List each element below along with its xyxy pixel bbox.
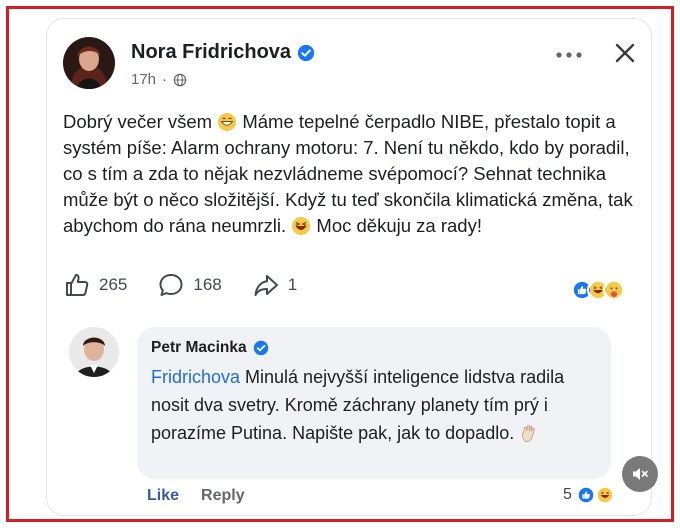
like-reaction-icon <box>575 485 596 505</box>
share-count: 1 <box>287 275 298 294</box>
comment-reply-button[interactable]: Reply <box>201 487 245 505</box>
post-reactions[interactable] <box>571 279 625 301</box>
laughing-emoji-icon <box>292 217 311 235</box>
comment-text: Fridrichova Minulá nejvyšší inteligence … <box>151 363 597 447</box>
commenter-name[interactable]: Petr Macinka <box>151 339 247 357</box>
comment-like-button[interactable]: Like <box>147 487 179 505</box>
share-action[interactable]: 1 <box>252 271 297 299</box>
post-card: Nora Fridrichova 17h · Dobrý večer všem <box>46 18 652 516</box>
grinning-emoji-icon <box>218 113 237 131</box>
post-text-part-1: Dobrý večer všem <box>63 111 218 132</box>
author-name[interactable]: Nora Fridrichova <box>131 41 291 64</box>
verified-badge-icon <box>297 44 315 61</box>
like-action[interactable]: 265 <box>63 271 127 299</box>
post-meta: 17h · <box>131 71 187 88</box>
care-reaction-icon <box>603 279 625 301</box>
commenter-avatar[interactable] <box>69 327 119 377</box>
globe-icon <box>173 73 187 86</box>
post-header: Nora Fridrichova <box>131 41 315 64</box>
close-icon <box>615 43 635 63</box>
haha-reaction-icon <box>594 485 615 505</box>
author-avatar[interactable] <box>63 37 115 89</box>
close-button[interactable] <box>609 37 641 69</box>
post-body: Dobrý večer všem Máme tepelné čerpadlo N… <box>63 109 649 239</box>
mention-link[interactable]: Fridrichova <box>151 367 240 387</box>
comment-reactions[interactable]: 5 <box>563 485 615 505</box>
meta-separator: · <box>162 71 168 88</box>
comment-count: 168 <box>193 275 222 294</box>
comment-icon <box>159 274 183 296</box>
comment-action[interactable]: 168 <box>157 271 222 299</box>
post-time[interactable]: 17h <box>131 71 156 88</box>
comment-actions: Like Reply <box>147 487 245 505</box>
waving-hand-emoji-icon <box>522 425 535 442</box>
thumbs-up-icon <box>66 274 89 296</box>
more-options-button[interactable] <box>551 41 587 69</box>
mute-audio-icon <box>633 468 648 480</box>
verified-badge-icon <box>253 340 268 356</box>
post-actions: 265 168 1 <box>63 271 327 299</box>
more-options-icon <box>556 52 582 58</box>
commenter-header: Petr Macinka <box>151 339 597 357</box>
comment-bubble: Petr Macinka Fridrichova Minulá nejvyšší… <box>137 327 611 479</box>
post-text-part-3: Moc děkuju za rady! <box>311 215 482 236</box>
like-count: 265 <box>99 275 128 294</box>
comment-reaction-count: 5 <box>563 486 572 503</box>
mute-audio-button[interactable] <box>622 456 658 492</box>
share-icon <box>254 275 278 296</box>
